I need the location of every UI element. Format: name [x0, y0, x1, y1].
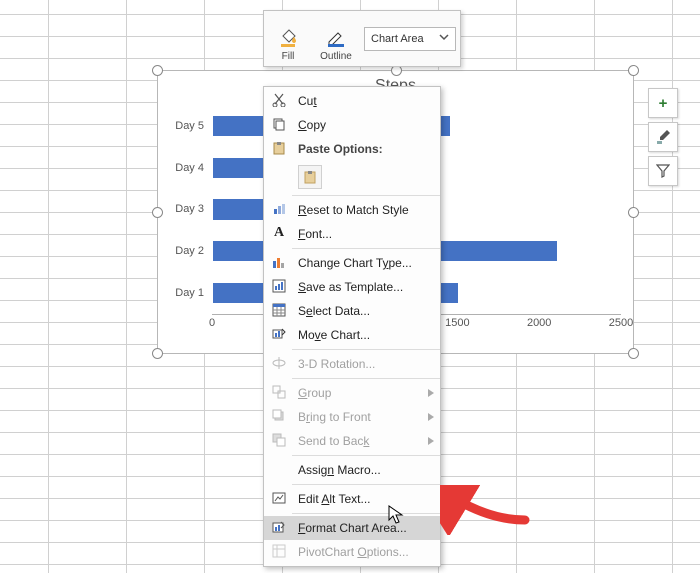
separator [292, 455, 440, 456]
chart-element-picker-value: Chart Area [371, 33, 424, 45]
chevron-down-icon [439, 32, 449, 44]
ctx-assign-macro[interactable]: Assign Macro... [264, 458, 440, 482]
separator [292, 195, 440, 196]
ctx-cut-label: Cut [298, 94, 317, 108]
funnel-icon [656, 164, 670, 178]
x-tick-label: 1500 [445, 317, 469, 329]
rotate-3d-icon [270, 354, 288, 372]
submenu-arrow-icon [428, 389, 434, 397]
ctx-reset-match[interactable]: Reset to Match Style [264, 198, 440, 222]
ctx-select-data-label: Select Data... [298, 304, 370, 318]
ctx-bring-front-label: Bring to Front [298, 410, 371, 424]
chart-elements-button[interactable]: + [648, 88, 678, 118]
category-label: Day 1 [164, 287, 204, 299]
chart-styles-button[interactable] [648, 122, 678, 152]
separator [292, 248, 440, 249]
fill-bucket-icon [277, 26, 299, 48]
ctx-copy-label: Copy [298, 118, 326, 132]
ctx-group-label: Group [298, 386, 331, 400]
separator [292, 349, 440, 350]
outline-pen-icon [325, 26, 347, 48]
paste-clipboard-icon [298, 165, 322, 189]
ctx-paste-options-heading: Paste Options: [264, 137, 440, 161]
separator [292, 378, 440, 379]
reset-icon [270, 200, 288, 218]
ctx-font-label: Font... [298, 227, 332, 241]
ctx-select-data[interactable]: Select Data... [264, 299, 440, 323]
bring-front-icon [270, 407, 288, 425]
ctx-pivotchart-options-label: PivotChart Options... [298, 545, 409, 559]
plus-icon: + [659, 95, 668, 112]
x-tick-label: 0 [209, 317, 215, 329]
category-label: Day 4 [164, 162, 204, 174]
ctx-format-chart-area-label: Format Chart Area... [298, 521, 407, 535]
ctx-format-chart-area[interactable]: Format Chart Area... [264, 516, 440, 540]
ctx-paste-option-default[interactable] [264, 161, 440, 193]
brush-icon [655, 129, 671, 145]
ctx-save-template-label: Save as Template... [298, 280, 403, 294]
copy-icon [270, 115, 288, 133]
ctx-3d-rotation: 3-D Rotation... [264, 352, 440, 376]
chart-type-icon [270, 253, 288, 271]
pivot-options-icon [270, 542, 288, 560]
cut-icon [270, 91, 288, 109]
paste-icon [270, 139, 288, 157]
ctx-paste-options-label: Paste Options: [298, 142, 383, 156]
resize-handle-br[interactable] [628, 348, 639, 359]
category-label: Day 3 [164, 203, 204, 215]
alt-text-icon [270, 489, 288, 507]
resize-handle-ml[interactable] [152, 207, 163, 218]
resize-handle-tl[interactable] [152, 65, 163, 76]
chart-filters-button[interactable] [648, 156, 678, 186]
mini-toolbar: Fill Outline Chart Area [263, 10, 461, 67]
ctx-bring-front: Bring to Front [264, 405, 440, 429]
resize-handle-tr[interactable] [628, 65, 639, 76]
category-label: Day 5 [164, 120, 204, 132]
ctx-send-back-label: Send to Back [298, 434, 369, 448]
outline-label: Outline [320, 51, 352, 62]
ctx-change-chart-type-label: Change Chart Type... [298, 256, 412, 270]
separator [292, 513, 440, 514]
ctx-copy[interactable]: Copy [264, 113, 440, 137]
select-data-icon [270, 301, 288, 319]
chart-element-picker[interactable]: Chart Area [364, 27, 456, 51]
send-back-icon [270, 431, 288, 449]
outline-button[interactable]: Outline [312, 11, 360, 66]
resize-handle-bl[interactable] [152, 348, 163, 359]
ctx-cut[interactable]: Cut [264, 89, 440, 113]
format-area-icon [270, 518, 288, 536]
ctx-assign-macro-label: Assign Macro... [298, 463, 381, 477]
fill-button[interactable]: Fill [264, 11, 312, 66]
context-menu: Cut Copy Paste Options: Reset to Match S… [263, 86, 441, 567]
ctx-font[interactable]: A Font... [264, 222, 440, 246]
move-chart-icon [270, 325, 288, 343]
x-tick-label: 2500 [609, 317, 633, 329]
ctx-reset-match-label: Reset to Match Style [298, 203, 409, 217]
ctx-save-template[interactable]: Save as Template... [264, 275, 440, 299]
save-template-icon [270, 277, 288, 295]
font-a-icon: A [270, 224, 288, 242]
ctx-send-back: Send to Back [264, 429, 440, 453]
ctx-move-chart[interactable]: Move Chart... [264, 323, 440, 347]
group-icon [270, 383, 288, 401]
ctx-move-chart-label: Move Chart... [298, 328, 370, 342]
category-label: Day 2 [164, 245, 204, 257]
ctx-3d-rotation-label: 3-D Rotation... [298, 357, 375, 371]
ctx-change-chart-type[interactable]: Change Chart Type... [264, 251, 440, 275]
submenu-arrow-icon [428, 437, 434, 445]
submenu-arrow-icon [428, 413, 434, 421]
ctx-edit-alt-text-label: Edit Alt Text... [298, 492, 371, 506]
resize-handle-mr[interactable] [628, 207, 639, 218]
x-tick-label: 2000 [527, 317, 551, 329]
ctx-group: Group [264, 381, 440, 405]
fill-label: Fill [282, 51, 295, 62]
ctx-edit-alt-text[interactable]: Edit Alt Text... [264, 487, 440, 511]
ctx-pivotchart-options: PivotChart Options... [264, 540, 440, 564]
separator [292, 484, 440, 485]
